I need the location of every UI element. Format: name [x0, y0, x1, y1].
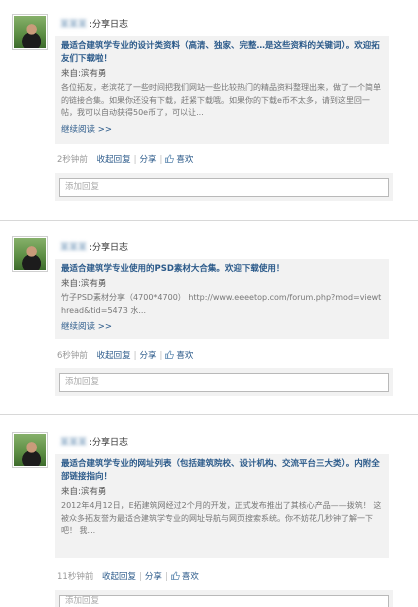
card-source: 来自:滨有勇 — [61, 279, 107, 289]
action-bar: 6秒钟前 收起回复 | 分享 | 喜欢 — [57, 349, 193, 361]
avatar-image — [14, 238, 46, 270]
feed-header: 某某某:分享日志 — [60, 240, 128, 253]
reply-toggle-link[interactable]: 收起回复 — [97, 155, 131, 165]
shared-card: 最适合建筑学专业的设计类资料（高清、独家、完整…是这些资料的关键词）。欢迎拓友们… — [55, 36, 389, 144]
separator: | — [133, 155, 137, 165]
thumbs-up-icon — [165, 154, 175, 163]
thumbs-up-icon — [170, 571, 180, 580]
card-summary: 2012年4月12日，E拓建筑网经过2个月的开发，正式发布推出了其核心产品——拨… — [61, 501, 382, 535]
avatar[interactable] — [12, 236, 48, 272]
separator: | — [133, 351, 137, 361]
shared-card: 最适合建筑学专业使用的PSD素材大合集。欢迎下载使用！ 来自:滨有勇 竹子PSD… — [55, 259, 389, 339]
timestamp: 11秒钟前 — [57, 572, 94, 582]
separator: | — [164, 572, 168, 582]
card-title[interactable]: 最适合建筑学专业的网址列表（包括建筑院校、设计机构、交流平台三大类）。内附全部链… — [61, 458, 383, 484]
separator: | — [159, 155, 163, 165]
like-link[interactable]: 喜欢 — [176, 155, 193, 165]
reply-input[interactable]: 添加回复 — [59, 373, 389, 392]
divider — [0, 220, 418, 221]
user-name[interactable]: 某某某 — [60, 243, 87, 253]
separator: | — [159, 351, 163, 361]
avatar[interactable] — [12, 432, 48, 468]
reply-toggle-link[interactable]: 收起回复 — [97, 351, 131, 361]
action-bar: 11秒钟前 收起回复 | 分享 | 喜欢 — [57, 570, 199, 582]
action-bar: 2秒钟前 收起回复 | 分享 | 喜欢 — [57, 153, 193, 165]
like-link[interactable]: 喜欢 — [176, 351, 193, 361]
card-source: 来自:滨有勇 — [61, 487, 107, 497]
feed-header: 某某某:分享日志 — [60, 17, 128, 30]
avatar-image — [14, 434, 46, 466]
share-link[interactable]: 分享 — [145, 572, 162, 582]
share-label: :分享日志 — [89, 438, 129, 448]
share-label: :分享日志 — [89, 20, 129, 30]
share-link[interactable]: 分享 — [140, 351, 157, 361]
user-name[interactable]: 某某某 — [60, 438, 87, 448]
card-summary: 竹子PSD素材分享（4700*4700） http://www.eeeetop.… — [61, 293, 382, 315]
card-summary: 各位拓友，老滨花了一些时间把我们网站一些比较热门的精品资料整理出来，做了一个简单… — [61, 83, 381, 117]
read-more-link[interactable]: 继续阅读 >> — [61, 124, 383, 137]
reply-input[interactable]: 添加回复 — [59, 178, 389, 197]
avatar[interactable] — [12, 14, 48, 50]
avatar-image — [14, 16, 46, 48]
shared-card: 最适合建筑学专业的网址列表（包括建筑院校、设计机构、交流平台三大类）。内附全部链… — [55, 454, 389, 558]
timestamp: 6秒钟前 — [57, 351, 88, 361]
feed-header: 某某某:分享日志 — [60, 435, 128, 448]
user-name[interactable]: 某某某 — [60, 20, 87, 30]
like-link[interactable]: 喜欢 — [182, 572, 199, 582]
thumbs-up-icon — [165, 350, 175, 359]
share-link[interactable]: 分享 — [140, 155, 157, 165]
share-label: :分享日志 — [89, 243, 129, 253]
timestamp: 2秒钟前 — [57, 155, 88, 165]
card-title[interactable]: 最适合建筑学专业的设计类资料（高清、独家、完整…是这些资料的关键词）。欢迎拓友们… — [61, 40, 383, 66]
read-more-link[interactable]: 继续阅读 >> — [61, 321, 383, 334]
card-title[interactable]: 最适合建筑学专业使用的PSD素材大合集。欢迎下载使用！ — [61, 263, 383, 276]
reply-toggle-link[interactable]: 收起回复 — [102, 572, 136, 582]
reply-input[interactable]: 添加回复 — [59, 595, 389, 607]
divider — [0, 414, 418, 415]
card-source: 来自:滨有勇 — [61, 69, 107, 79]
separator: | — [139, 572, 142, 582]
